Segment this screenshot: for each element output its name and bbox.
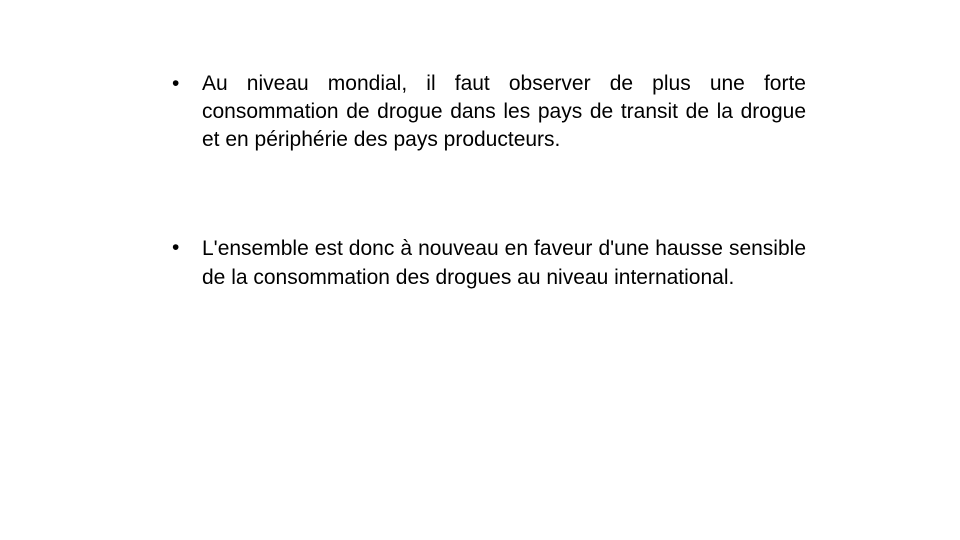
- bullet-marker: •: [172, 236, 180, 259]
- bullet-text: Au niveau mondial, il faut observer de p…: [202, 72, 806, 151]
- bullet-text: L'ensemble est donc à nouveau en faveur …: [202, 237, 806, 289]
- bullet-list: • Au niveau mondial, il faut observer de…: [172, 70, 806, 292]
- bullet-item-2: • L'ensemble est donc à nouveau en faveu…: [172, 234, 806, 292]
- bullet-item-1: • Au niveau mondial, il faut observer de…: [172, 70, 806, 154]
- slide: • Au niveau mondial, il faut observer de…: [0, 0, 960, 540]
- bullet-marker: •: [172, 72, 180, 95]
